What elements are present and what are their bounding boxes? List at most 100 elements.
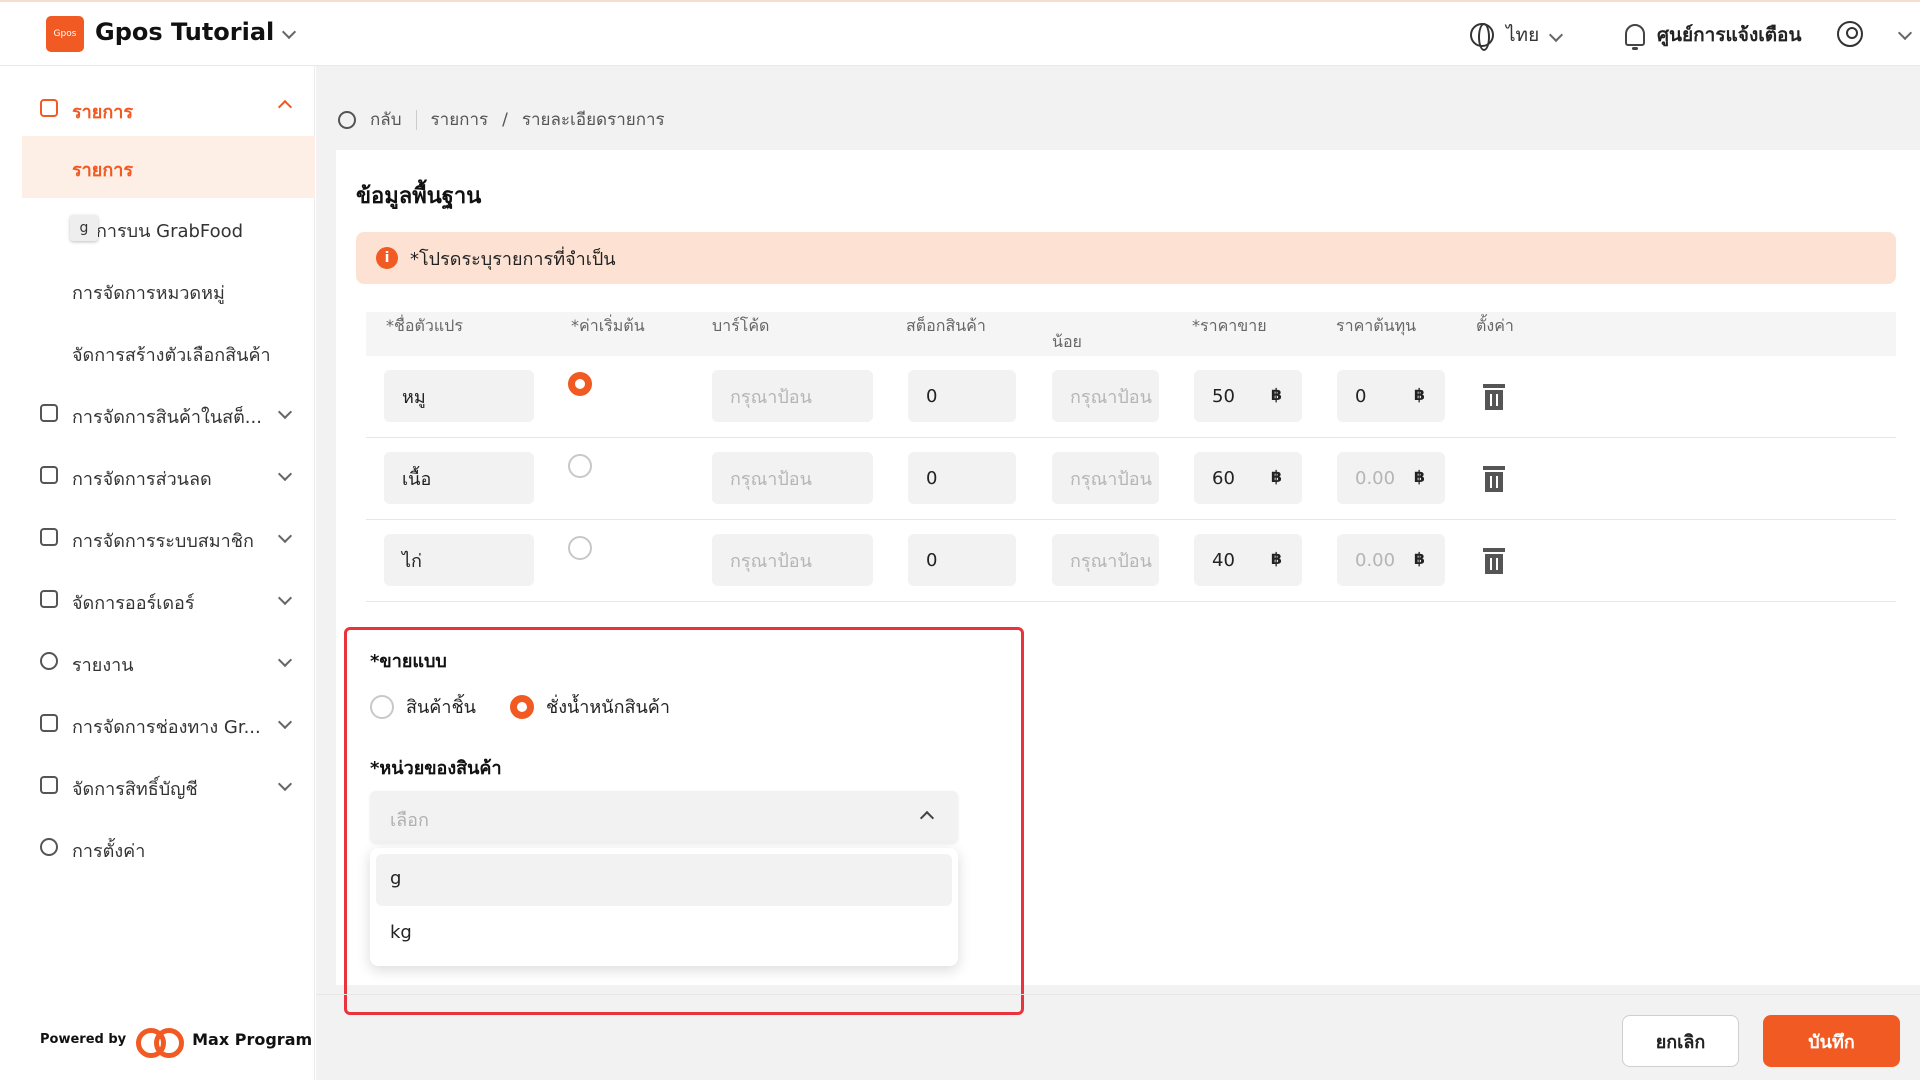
chevron-down-icon: [277, 776, 293, 792]
sidebar-subitem-grabfood[interactable]: การบน GrabFood g: [22, 197, 315, 259]
default-variant-radio[interactable]: [568, 536, 592, 560]
stock-input[interactable]: 0: [908, 452, 1016, 504]
min-stock-input[interactable]: กรุณาป้อน: [1052, 452, 1159, 504]
notification-center-button[interactable]: ศูนย์การแจ้งเตือน: [1625, 20, 1801, 50]
sidebar-section-label: รายการ: [72, 102, 133, 123]
bell-icon: [1625, 24, 1645, 50]
sidebar-item-channels[interactable]: การจัดการช่องทาง Gr...: [22, 693, 315, 755]
breadcrumb-items[interactable]: รายการ: [431, 106, 489, 133]
trash-icon[interactable]: [1483, 548, 1505, 574]
unit-select[interactable]: เลือก: [370, 791, 958, 843]
sidebar-item-label: การจัดการช่องทาง Gr...: [72, 717, 261, 738]
sidebar-item-label: การตั้งค่า: [72, 841, 146, 862]
back-icon[interactable]: [338, 110, 356, 129]
unit-option-kg[interactable]: kg: [376, 908, 952, 960]
sidebar-item-label: จัดการออร์เดอร์: [72, 593, 195, 614]
clipboard-icon: [40, 590, 58, 608]
divider: [415, 109, 417, 130]
sidebar-subitem-label: จัดการสร้างตัวเลือกสินค้า: [72, 345, 271, 366]
sidebar-subitem-categories[interactable]: การจัดการหมวดหมู่: [22, 259, 315, 321]
min-stock-input[interactable]: กรุณาป้อน: [1052, 370, 1159, 422]
chevron-down-icon: [1549, 27, 1564, 43]
sell-by-label: *ขายแบบ: [370, 646, 447, 675]
cancel-button[interactable]: ยกเลิก: [1622, 1015, 1739, 1067]
cost-placeholder: 0.00: [1355, 549, 1396, 571]
variant-name-input[interactable]: ไก่: [384, 534, 534, 586]
save-button[interactable]: บันทึก: [1763, 1015, 1900, 1067]
sidebar-subitem-options[interactable]: จัดการสร้างตัวเลือกสินค้า: [22, 321, 315, 383]
sell-by-piece-radio[interactable]: สินค้าชิ้น: [370, 692, 476, 721]
sidebar-item-permissions[interactable]: จัดการสิทธิ์บัญชี: [22, 755, 315, 817]
stock-input[interactable]: 0: [908, 534, 1016, 586]
stock-input[interactable]: 0: [908, 370, 1016, 422]
alert-text: *โปรดระบุรายการที่จำเป็น: [410, 248, 616, 270]
column-header: น้อย: [1052, 332, 1082, 351]
user-avatar-icon[interactable]: [1837, 21, 1863, 47]
powered-by-label: Powered by: [40, 1031, 127, 1047]
top-accent-line: [0, 0, 1920, 2]
notification-center-label: ศูนย์การแจ้งเตือน: [1657, 24, 1802, 46]
variant-name-input[interactable]: เนื้อ: [384, 452, 534, 504]
app-title: Gpos Tutorial: [95, 18, 275, 46]
trash-icon[interactable]: [1483, 384, 1505, 410]
chevron-down-icon[interactable]: [1897, 25, 1913, 41]
unit-label-text: *หน่วยของสินค้า: [370, 758, 502, 779]
price-input[interactable]: 40 ฿: [1194, 534, 1302, 586]
trash-icon[interactable]: [1483, 466, 1505, 492]
chevron-down-icon: [277, 714, 293, 730]
sidebar-item-membership[interactable]: การจัดการระบบสมาชิก: [22, 507, 315, 569]
price-input[interactable]: 60 ฿: [1194, 452, 1302, 504]
sidebar-item-stock[interactable]: การจัดการสินค้าในสต็...: [22, 383, 315, 445]
breadcrumb-separator: /: [502, 109, 508, 130]
globe-icon: [1470, 23, 1494, 51]
section-title: ข้อมูลพื้นฐาน: [356, 184, 482, 209]
chevron-down-icon: [277, 590, 293, 606]
cost-input[interactable]: 0.00 ฿: [1337, 452, 1445, 504]
unit-option-g[interactable]: g: [376, 854, 952, 906]
chevron-down-icon: [282, 24, 297, 40]
sidebar-section-items[interactable]: รายการ: [22, 78, 315, 140]
store-icon: [40, 404, 58, 422]
price-value: 60: [1212, 467, 1235, 489]
default-variant-radio[interactable]: [568, 372, 592, 396]
sidebar-item-label: จัดการสิทธิ์บัญชี: [72, 779, 198, 800]
language-selector[interactable]: ไทย: [1470, 20, 1564, 51]
cost-placeholder: 0.00: [1355, 467, 1396, 489]
discount-icon: [40, 466, 58, 484]
price-input[interactable]: 50 ฿: [1194, 370, 1302, 422]
default-variant-radio[interactable]: [568, 454, 592, 478]
sidebar-subitem-items[interactable]: รายการ: [22, 136, 315, 198]
users-icon: [40, 776, 58, 794]
chevron-down-icon: [277, 466, 293, 482]
column-header: *ค่าเริ่มต้น: [571, 316, 645, 335]
variant-name-input[interactable]: หมู: [384, 370, 534, 422]
sidebar-item-reports[interactable]: รายงาน: [22, 631, 315, 693]
sell-by-weight-radio[interactable]: ชั่งน้ำหนักสินค้า: [510, 692, 670, 721]
sidebar-item-orders[interactable]: จัดการออร์เดอร์: [22, 569, 315, 631]
back-link[interactable]: กลับ: [370, 106, 402, 133]
sidebar-item-discount[interactable]: การจัดการส่วนลด: [22, 445, 315, 507]
powered-by: Powered by Max Program: [40, 1026, 312, 1058]
clock-icon: [40, 652, 58, 670]
barcode-input[interactable]: กรุณาป้อน: [712, 534, 873, 586]
column-header: บาร์โค้ด: [712, 316, 770, 335]
app-switcher[interactable]: Gpos Tutorial: [95, 18, 297, 46]
sidebar-item-settings[interactable]: การตั้งค่า: [22, 817, 315, 879]
min-stock-input[interactable]: กรุณาป้อน: [1052, 534, 1159, 586]
info-icon: i: [376, 247, 398, 269]
baht-icon: ฿: [1413, 549, 1425, 568]
unit-dropdown: g kg: [370, 848, 958, 966]
sidebar: รายการ รายการ การบน GrabFood g การจัดการ…: [22, 66, 315, 1080]
variant-table-header: *ชื่อตัวแปร *ค่าเริ่มต้น บาร์โค้ด สต็อกส…: [366, 312, 1896, 356]
barcode-input[interactable]: กรุณาป้อน: [712, 370, 873, 422]
chevron-down-icon: [277, 404, 293, 420]
top-bar: Gpos Gpos Tutorial ไทย ศูนย์การแจ้งเตือน: [0, 0, 1920, 66]
sidebar-item-label: การจัดการสินค้าในสต็...: [72, 407, 262, 428]
cost-input[interactable]: 0.00 ฿: [1337, 534, 1445, 586]
table-row: ไก่ กรุณาป้อน 0 กรุณาป้อน 40 ฿ 0.00 ฿: [366, 520, 1896, 602]
app-logo: Gpos: [46, 16, 84, 52]
chevron-down-icon: [277, 528, 293, 544]
baht-icon: ฿: [1270, 385, 1282, 404]
barcode-input[interactable]: กรุณาป้อน: [712, 452, 873, 504]
cost-input[interactable]: 0 ฿: [1337, 370, 1445, 422]
